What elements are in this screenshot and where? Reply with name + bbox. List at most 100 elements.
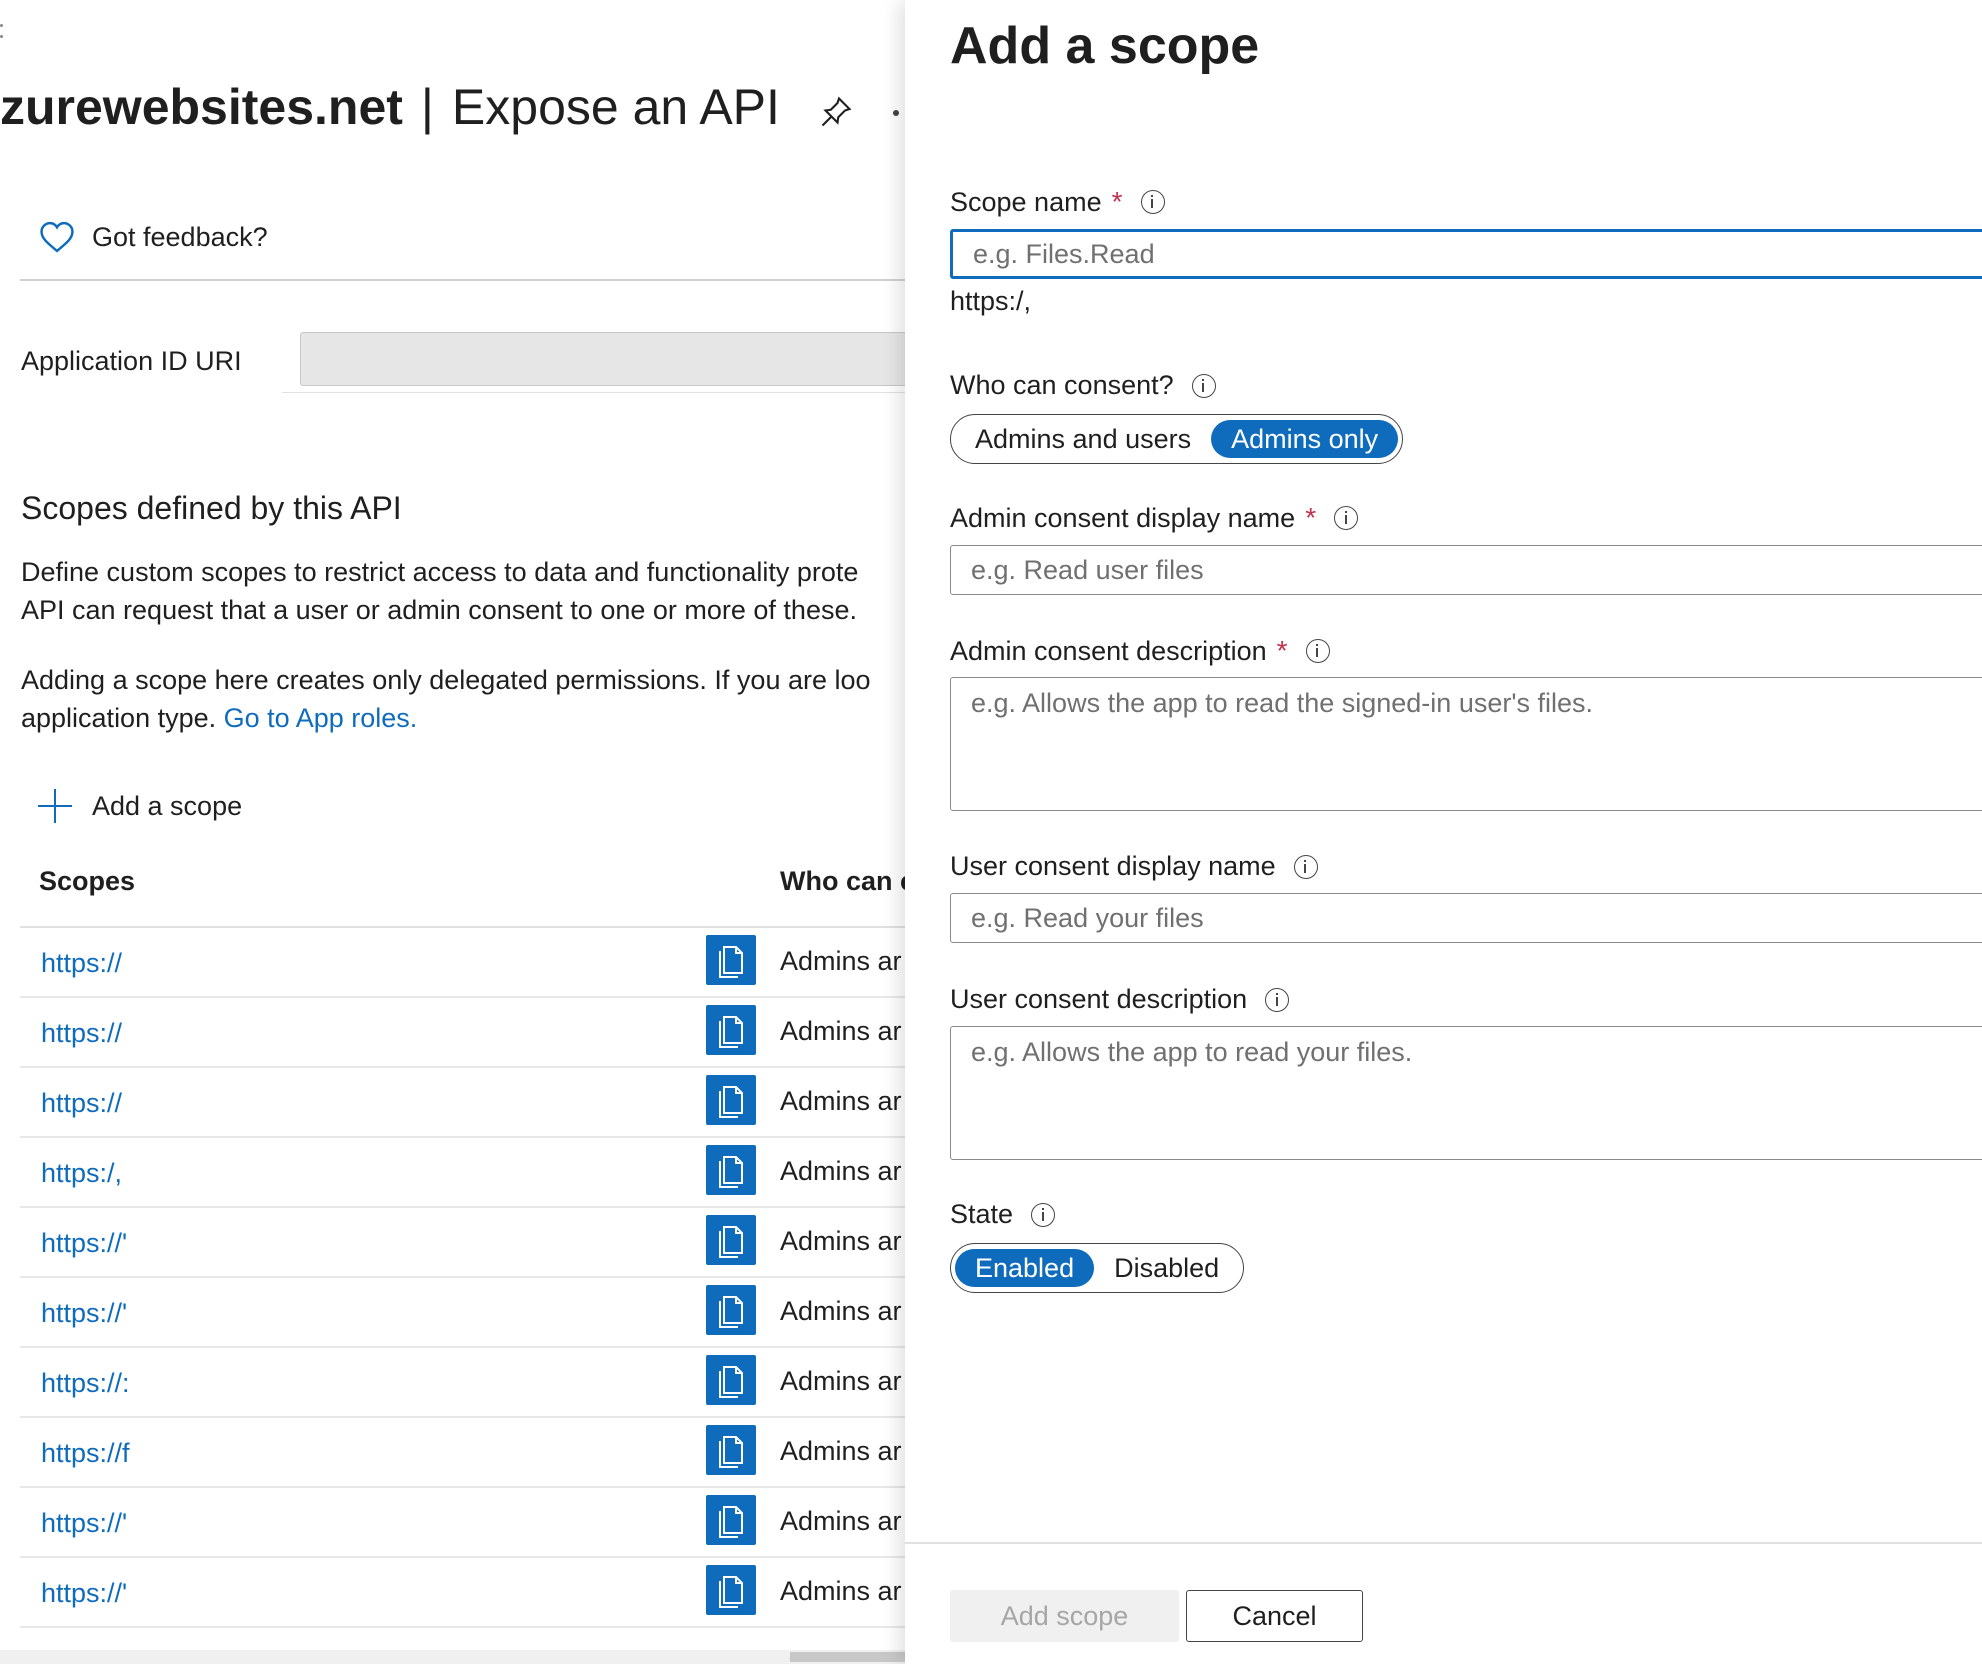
- scope-uri-link[interactable]: https://: [41, 1088, 122, 1119]
- copy-icon[interactable]: [706, 935, 756, 985]
- heart-icon: [40, 221, 74, 253]
- user-consent-description-input[interactable]: [950, 1026, 1982, 1160]
- table-row: https://: Admins ar: [20, 1348, 905, 1418]
- table-row: https:// Admins ar: [20, 1068, 905, 1138]
- add-scope-command-label: Add a scope: [92, 790, 243, 821]
- description-line: API can request that a user or admin con…: [21, 595, 857, 625]
- horizontal-scrollbar[interactable]: [0, 1650, 905, 1664]
- field-label-text: User consent display name: [950, 851, 1276, 881]
- field-label-text: Scope name: [950, 186, 1102, 217]
- scope-uri-link[interactable]: https://': [41, 1578, 127, 1609]
- info-icon[interactable]: [1265, 987, 1290, 1012]
- page: zurewebsites.net | Expose an API Got feedb…: [0, 0, 1982, 1664]
- scope-name-input[interactable]: [950, 229, 1982, 279]
- add-scope-panel: Add a scope Scope name * https:/, Who ca…: [905, 0, 1982, 1664]
- app-id-uri-field[interactable]: [300, 332, 905, 386]
- app-id-uri-label: Application ID URI: [21, 346, 242, 376]
- who-can-consent-cell: Admins ar: [780, 1226, 902, 1256]
- field-label-text: Admin consent display name: [950, 502, 1296, 533]
- feedback-button[interactable]: Got feedback?: [38, 220, 268, 254]
- panel-title: Add a scope: [950, 17, 1260, 75]
- copy-icon[interactable]: [706, 1425, 756, 1475]
- scope-uri-preview: https:/,: [950, 286, 1032, 316]
- required-asterisk: *: [1111, 186, 1123, 217]
- option-enabled[interactable]: Enabled: [955, 1249, 1095, 1287]
- scopes-table-header: Scopes Who can c: [20, 862, 905, 928]
- column-header-scopes[interactable]: Scopes: [39, 866, 135, 897]
- more-icon[interactable]: [893, 110, 899, 116]
- scopes-table-body: https://Admins ar https://Admins ar https:…: [20, 928, 905, 1628]
- table-row: https://' Admins ar: [20, 1488, 905, 1558]
- who-can-consent-cell: Admins ar: [780, 1296, 902, 1326]
- copy-icon[interactable]: [706, 1075, 756, 1125]
- admin-consent-description-input[interactable]: [950, 677, 1982, 811]
- footer-divider: [905, 1542, 1982, 1544]
- scope-name-label: Scope name *: [950, 186, 1165, 218]
- scope-uri-link[interactable]: https://:: [41, 1368, 130, 1399]
- info-icon[interactable]: [1140, 190, 1165, 214]
- scope-uri-link[interactable]: https://': [41, 1228, 127, 1259]
- copy-icon[interactable]: [706, 1285, 756, 1335]
- who-can-consent-cell: Admins ar: [780, 1086, 902, 1116]
- admin-consent-display-name-label: Admin consent display name *: [950, 502, 1359, 534]
- copy-icon[interactable]: [706, 1215, 756, 1265]
- column-header-who-can-consent[interactable]: Who can c: [780, 866, 905, 897]
- scope-uri-link[interactable]: https://: [41, 948, 122, 979]
- delegated-permissions-note: Adding a scope here creates only delegat…: [21, 661, 871, 737]
- who-can-consent-cell: Admins ar: [780, 1506, 902, 1536]
- table-row: https:// Admins ar: [20, 998, 905, 1068]
- add-scope-button[interactable]: Add scope: [950, 1590, 1179, 1642]
- scope-uri-link[interactable]: https:/,: [41, 1158, 122, 1189]
- description-line: application type. Go to App roles.: [21, 699, 871, 737]
- table-row: https:// Admins ar: [20, 928, 905, 998]
- required-asterisk: *: [1276, 635, 1288, 666]
- table-row: https:/, Admins ar: [20, 1138, 905, 1208]
- copy-icon[interactable]: [706, 1495, 756, 1545]
- admin-consent-display-name-input[interactable]: [950, 545, 1982, 595]
- table-row: https://' Admins ar: [20, 1558, 905, 1628]
- state-toggle: Enabled Disabled: [950, 1243, 1245, 1293]
- feedback-label: Got feedback?: [92, 221, 268, 252]
- field-label-text: User consent description: [950, 984, 1248, 1014]
- info-icon[interactable]: [1334, 506, 1359, 530]
- user-consent-display-name-input[interactable]: [950, 893, 1982, 943]
- scope-uri-link[interactable]: https://': [41, 1298, 127, 1329]
- cancel-button[interactable]: Cancel: [1186, 1590, 1363, 1642]
- copy-icon[interactable]: [706, 1355, 756, 1405]
- user-consent-display-name-label: User consent display name: [950, 851, 1318, 882]
- field-label-text: Admin consent description: [950, 635, 1267, 666]
- option-admins-only[interactable]: Admins only: [1211, 420, 1399, 458]
- scopes-heading: Scopes defined by this API: [21, 490, 402, 526]
- description-line: Adding a scope here creates only delegat…: [21, 665, 871, 695]
- page-name: Expose an API: [451, 79, 780, 135]
- info-icon[interactable]: [1305, 639, 1330, 663]
- table-row: https://' Admins ar: [20, 1278, 905, 1348]
- option-admins-and-users[interactable]: Admins and users: [955, 420, 1211, 458]
- scope-uri-link[interactable]: https://f: [41, 1438, 130, 1469]
- info-icon[interactable]: [1031, 1202, 1056, 1227]
- divider: [20, 279, 905, 281]
- app-roles-link[interactable]: Go to App roles.: [224, 703, 418, 733]
- field-label-text: Who can consent?: [950, 370, 1174, 400]
- who-can-consent-cell: Admins ar: [780, 1576, 902, 1606]
- who-can-consent-cell: Admins ar: [780, 1156, 902, 1186]
- pin-icon[interactable]: [818, 94, 854, 130]
- plus-icon: [38, 789, 72, 823]
- page-title: zurewebsites.net | Expose an API: [0, 78, 780, 136]
- scrollbar-thumb[interactable]: [790, 1652, 905, 1662]
- who-can-consent-cell: Admins ar: [780, 1366, 902, 1396]
- copy-icon[interactable]: [706, 1145, 756, 1195]
- title-separator: |: [420, 79, 434, 135]
- field-label-text: State: [950, 1199, 1014, 1229]
- add-scope-command[interactable]: Add a scope: [38, 789, 242, 823]
- copy-icon[interactable]: [706, 1005, 756, 1055]
- option-disabled[interactable]: Disabled: [1094, 1249, 1239, 1287]
- info-icon[interactable]: [1191, 373, 1216, 398]
- scope-uri-link[interactable]: https://': [41, 1508, 127, 1539]
- copy-icon[interactable]: [706, 1565, 756, 1615]
- info-icon[interactable]: [1293, 854, 1318, 879]
- admin-consent-description-label: Admin consent description *: [950, 635, 1330, 667]
- divider: [282, 392, 905, 393]
- scope-uri-link[interactable]: https://: [41, 1018, 122, 1049]
- description-line: Define custom scopes to restrict access …: [21, 557, 859, 587]
